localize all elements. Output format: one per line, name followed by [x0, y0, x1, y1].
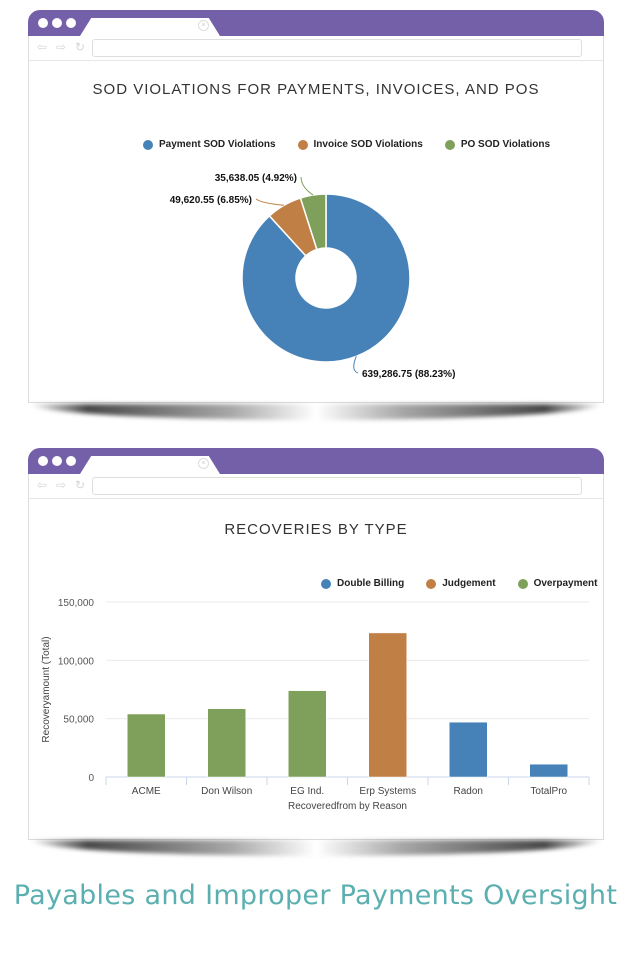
footer-title: Payables and Improper Payments Oversight: [13, 880, 618, 911]
minimize-dot[interactable]: [52, 18, 62, 28]
window-shadow: [30, 840, 602, 856]
x-tick-label: Don Wilson: [201, 786, 252, 797]
y-tick-label: 150,000: [58, 598, 95, 609]
data-label-connector: [353, 356, 359, 374]
window-controls: [38, 18, 76, 28]
forward-arrow-icon[interactable]: ⇨: [56, 40, 66, 54]
browser-chrome: ×: [28, 10, 604, 36]
reload-icon[interactable]: ↻: [75, 478, 85, 492]
browser-window-recoveries: × ⇦ ⇨ ↻ RECOVERIES BY TYPE Double Billin…: [28, 448, 604, 856]
back-arrow-icon[interactable]: ⇦: [37, 40, 47, 54]
browser-chrome: ×: [28, 448, 604, 474]
chart-panel-recoveries: RECOVERIES BY TYPE Double Billing Judgem…: [28, 499, 604, 840]
y-tick-label: 0: [88, 773, 94, 784]
donut-chart: 639,286.75 (88.23%) 49,620.55 (6.85%) 35,6…: [170, 173, 456, 380]
bar: [449, 721, 488, 778]
maximize-dot[interactable]: [66, 456, 76, 466]
x-axis-title: Recoveredfrom by Reason: [288, 801, 407, 812]
minimize-dot[interactable]: [52, 456, 62, 466]
back-arrow-icon[interactable]: ⇦: [37, 478, 47, 492]
y-axis-title: Recoveryamount (Total): [41, 636, 52, 742]
bar-chart: 0 50,000 100,000 150,000 ACME Don Wilson EG In…: [41, 598, 590, 812]
close-dot[interactable]: [38, 456, 48, 466]
browser-tab[interactable]: ×: [80, 456, 220, 474]
address-bar[interactable]: [92, 39, 582, 57]
address-bar[interactable]: [92, 477, 582, 495]
bar: [207, 708, 246, 778]
x-tick-label: Radon: [454, 786, 483, 797]
forward-arrow-icon[interactable]: ⇨: [56, 478, 66, 492]
reload-icon[interactable]: ↻: [75, 40, 85, 54]
close-dot[interactable]: [38, 18, 48, 28]
data-label: 35,638.05 (4.92%): [215, 173, 297, 184]
x-tick-label: Erp Systems: [359, 786, 416, 797]
x-tick-label: EG Ind.: [290, 786, 324, 797]
data-label-connector: [300, 176, 314, 196]
maximize-dot[interactable]: [66, 18, 76, 28]
browser-toolbar: ⇦ ⇨ ↻: [28, 36, 604, 61]
data-label-connector: [255, 198, 285, 206]
chart-panel-sod: SOD VIOLATIONS FOR PAYMENTS, INVOICES, A…: [28, 61, 604, 403]
browser-toolbar: ⇦ ⇨ ↻: [28, 474, 604, 499]
data-label: 49,620.55 (6.85%): [170, 195, 252, 206]
browser-tab[interactable]: ×: [80, 18, 220, 36]
bar: [127, 713, 166, 778]
bar: [288, 690, 327, 778]
x-tick-label: TotalPro: [530, 786, 567, 797]
browser-window-sod: × ⇦ ⇨ ↻ SOD VIOLATIONS FOR PAYMENTS, INV…: [28, 10, 604, 420]
data-label: 639,286.75 (88.23%): [362, 369, 455, 380]
close-icon[interactable]: ×: [198, 458, 209, 469]
close-icon[interactable]: ×: [198, 20, 209, 31]
window-shadow: [30, 404, 602, 420]
y-tick-label: 100,000: [58, 656, 95, 667]
y-tick-label: 50,000: [63, 715, 94, 726]
x-tick-label: ACME: [132, 786, 161, 797]
window-controls: [38, 456, 76, 466]
bar: [529, 763, 568, 778]
bar: [368, 632, 407, 778]
